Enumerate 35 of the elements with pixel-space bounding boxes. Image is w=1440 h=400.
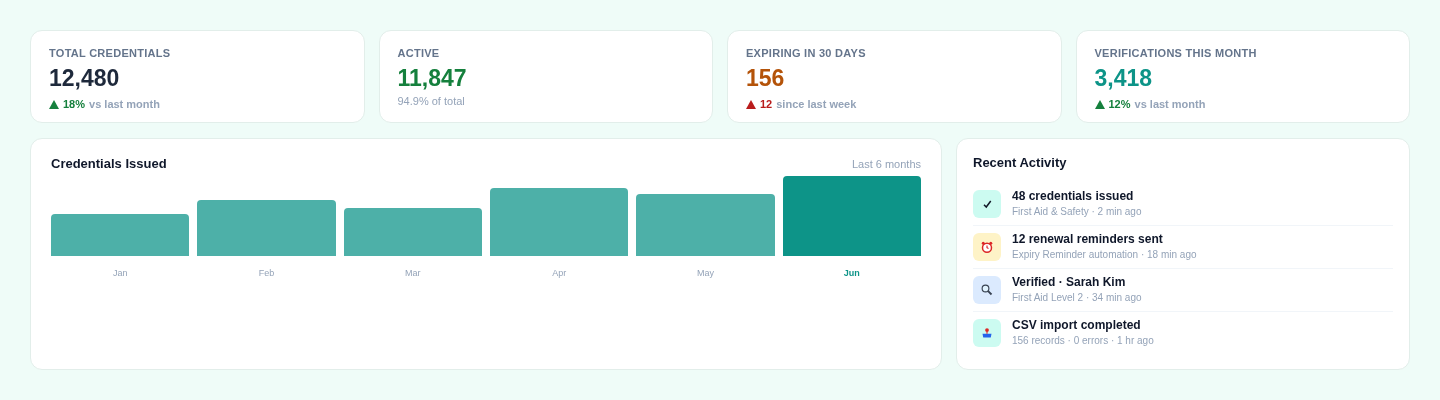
month-label: Jun (843, 267, 860, 278)
month-label: Jan (112, 267, 128, 278)
stat-value: 11,847 (397, 63, 468, 93)
delta-amount: 18% (63, 97, 86, 113)
month-label: Apr (552, 267, 567, 278)
activity-title-text: 48 credentials issued (1012, 188, 1135, 204)
delta-text: vs last month (1134, 97, 1206, 113)
stat-value: 156 (746, 63, 786, 93)
activity-meta: Expiry Reminder automation · 18 min ago (1012, 247, 1197, 262)
activity-meta: First Aid Level 2 · 34 min ago (1012, 290, 1142, 305)
activity-title-text: Verified · Sarah Kim (1012, 274, 1127, 290)
stat-note: 94.9% of total (397, 94, 466, 110)
delta-amount: 12 (760, 97, 773, 113)
activity-title-text: 12 renewal reminders sent (1012, 231, 1164, 247)
stat-label: ACTIVE (397, 46, 441, 61)
alarm-clock-icon (973, 232, 1001, 261)
month-label: May (697, 267, 714, 278)
delta-amount: 12% (1108, 97, 1131, 113)
delta-text: since last week (776, 97, 857, 113)
stat-label: EXPIRING IN 30 DAYS (746, 46, 867, 61)
delta-text: vs last month (89, 97, 160, 113)
stat-value: 3,418 (1094, 63, 1154, 93)
stat-label: TOTAL CREDENTIALS (49, 46, 172, 61)
activity-meta: 156 records · 0 errors · 1 hr ago (1012, 333, 1154, 348)
stat-value: 12,480 (49, 63, 121, 93)
chart-range: Last 6 months (851, 156, 921, 172)
activity-meta: First Aid & Safety · 2 min ago (1012, 204, 1142, 219)
month-label: Mar (405, 267, 421, 278)
activity-title: Recent Activity (973, 154, 1068, 172)
stat-label: VERIFICATIONS THIS MONTH (1094, 46, 1258, 61)
check-icon (973, 189, 1001, 218)
chart-title: Credentials Issued (51, 155, 167, 173)
month-label: Feb (258, 267, 275, 278)
activity-title-text: CSV import completed (1012, 317, 1142, 333)
magnifier-icon (973, 275, 1001, 304)
